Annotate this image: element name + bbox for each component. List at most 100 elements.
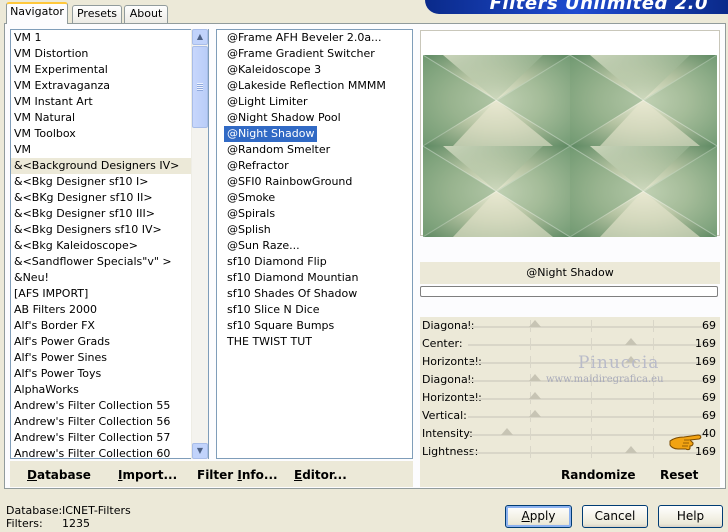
category-scrollbar[interactable]: ▲ ▼ [191, 29, 208, 459]
database-label: Database: [6, 504, 63, 517]
category-item[interactable]: Andrew's Filter Collection 60 [11, 446, 191, 458]
slider-track[interactable] [468, 326, 714, 328]
category-item[interactable]: Andrew's Filter Collection 55 [11, 398, 191, 414]
category-item[interactable]: VM [11, 142, 191, 158]
slider-value: 69 [702, 391, 716, 404]
randomize-button[interactable]: Randomize [561, 468, 635, 482]
tab-navigator[interactable]: Navigator [6, 2, 68, 24]
category-item[interactable]: VM Extravaganza [11, 78, 191, 94]
filter-item-label: @Frame Gradient Switcher [227, 47, 375, 60]
category-item[interactable]: Alf's Power Toys [11, 366, 191, 382]
category-item[interactable]: &<Bkg Kaleidoscope> [11, 238, 191, 254]
database-button[interactable]: Database [27, 468, 91, 482]
editor-button[interactable]: Editor... [294, 468, 347, 482]
slider-value: 169 [695, 355, 716, 368]
category-item[interactable]: AB Filters 2000 [11, 302, 191, 318]
filter-item[interactable]: sf10 Shades Of Shadow [217, 286, 360, 302]
category-item[interactable]: VM Experimental [11, 62, 191, 78]
category-item[interactable]: AlphaWorks [11, 382, 191, 398]
filter-item[interactable]: @Sun Raze... [217, 238, 303, 254]
database-value: ICNET-Filters [62, 504, 131, 517]
filter-item[interactable]: @Random Smelter [217, 142, 333, 158]
filter-item-label: @Sun Raze... [227, 239, 300, 252]
slider-row: Diagonal: 69 [420, 317, 720, 335]
category-item[interactable]: VM Instant Art [11, 94, 191, 110]
filter-item-label: sf10 Shades Of Shadow [227, 287, 358, 300]
slider-thumb[interactable] [625, 446, 638, 453]
filter-item[interactable]: @Light Limiter [217, 94, 311, 110]
filter-item[interactable]: sf10 Square Bumps [217, 318, 337, 334]
category-item[interactable]: &Neu! [11, 270, 191, 286]
preview-image [423, 55, 717, 237]
filter-item[interactable]: @Spirals [217, 206, 278, 222]
help-button[interactable]: Help [658, 505, 723, 528]
filter-item-label: THE TWIST TUT [227, 335, 312, 348]
category-item[interactable]: &<Bkg Designer sf10 III> [11, 206, 191, 222]
category-item[interactable]: VM Distortion [11, 46, 191, 62]
filter-item-label: @Kaleidoscope 3 [227, 63, 322, 76]
category-item[interactable]: Andrew's Filter Collection 57 [11, 430, 191, 446]
filter-item-label: @Splish [227, 223, 271, 236]
slider-thumb[interactable] [528, 410, 541, 417]
category-item[interactable]: &<Bkg Designers sf10 IV> [11, 222, 191, 238]
category-item[interactable]: &<Bkg Designer sf10 I> [11, 174, 191, 190]
tab-about[interactable]: About [124, 5, 168, 23]
filter-item[interactable]: @Smoke [217, 190, 278, 206]
slider-thumb[interactable] [528, 320, 541, 327]
tab-presets[interactable]: Presets [72, 5, 122, 23]
filter-item[interactable]: @Frame Gradient Switcher [217, 46, 378, 62]
category-item[interactable]: &<Background Designers IV> [11, 158, 191, 174]
filter-item[interactable]: @Kaleidoscope 3 [217, 62, 324, 78]
category-item[interactable]: &<BKg Designer sf10 II> [11, 190, 191, 206]
cancel-button[interactable]: Cancel [582, 505, 648, 528]
filter-item[interactable]: sf10 Diamond Flip [217, 254, 330, 270]
reset-button[interactable]: Reset [660, 468, 698, 482]
slider-value: 40 [702, 427, 716, 440]
category-item[interactable]: Alf's Power Sines [11, 350, 191, 366]
category-item[interactable]: Andrew's Filter Collection 56 [11, 414, 191, 430]
list-action-bar: Database Import... Filter Info... Editor… [10, 461, 413, 487]
filter-item[interactable]: @Night Shadow [217, 126, 318, 142]
category-item[interactable]: &<Sandflower Specials"v" > [11, 254, 191, 270]
slider-track[interactable] [468, 416, 714, 418]
category-list[interactable]: VM 1 VM Distortion VM Experimental VM Extra… [10, 29, 209, 459]
slider-track[interactable] [468, 452, 714, 454]
filter-item[interactable]: @Frame AFH Beveler 2.0a... [217, 30, 385, 46]
watermark-site: www.maidiregrafica.eu [546, 374, 664, 385]
filter-item[interactable]: @Splish [217, 222, 274, 238]
filter-item[interactable]: @Refractor [217, 158, 292, 174]
category-item[interactable]: VM 1 [11, 30, 191, 46]
filter-list[interactable]: @Frame AFH Beveler 2.0a... @Frame Gradien… [216, 29, 413, 459]
scroll-up-button[interactable]: ▲ [192, 29, 208, 45]
filter-item[interactable]: sf10 Diamond Mountian [217, 270, 362, 286]
status-info: Database:ICNET-Filters Filters: 1235 [6, 504, 131, 530]
category-item[interactable]: Alf's Border FX [11, 318, 191, 334]
category-item[interactable]: [AFS IMPORT] [11, 286, 191, 302]
filter-item-label: @Night Shadow Pool [227, 111, 341, 124]
filter-item[interactable]: sf10 Slice N Dice [217, 302, 323, 318]
filter-item[interactable]: THE TWIST TUT [217, 334, 315, 350]
category-item[interactable]: VM Natural [11, 110, 191, 126]
scroll-thumb[interactable] [192, 46, 208, 128]
import-button[interactable]: Import... [118, 468, 177, 482]
preview-action-bar: Randomize Reset [420, 461, 720, 487]
slider-thumb[interactable] [528, 374, 541, 381]
slider-row: Horizontal: 169 [420, 353, 720, 371]
slider-track[interactable] [468, 344, 714, 346]
filter-info-button[interactable]: Filter Info... [197, 468, 278, 482]
slider-track[interactable] [468, 398, 714, 400]
filter-item[interactable]: @Night Shadow Pool [217, 110, 344, 126]
category-item[interactable]: VM Toolbox [11, 126, 191, 142]
apply-button[interactable]: Apply [505, 505, 572, 528]
filter-item[interactable]: @Lakeside Reflection MMMM [217, 78, 389, 94]
slider-thumb[interactable] [528, 392, 541, 399]
watermark-name: Pinuccia [578, 353, 660, 373]
filter-item-label: @Lakeside Reflection MMMM [227, 79, 386, 92]
slider-thumb[interactable] [625, 338, 638, 345]
slider-value: 69 [702, 319, 716, 332]
category-item[interactable]: Alf's Power Grads [11, 334, 191, 350]
slider-thumb[interactable] [500, 428, 513, 435]
app-title: Filters Unlimited 2.0 [489, 0, 708, 14]
filter-item[interactable]: @SFI0 RainbowGround [217, 174, 355, 190]
scroll-down-button[interactable]: ▼ [192, 443, 208, 459]
